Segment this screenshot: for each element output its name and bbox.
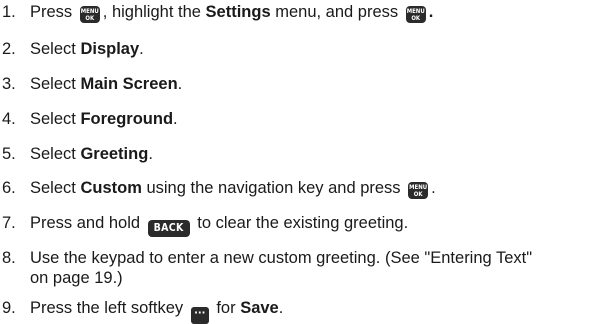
display-label: Display — [80, 40, 140, 58]
settings-label: Settings — [205, 3, 271, 21]
step-number: 9. — [2, 299, 16, 317]
step-number: 4. — [2, 110, 16, 128]
step-number: 1. — [2, 3, 16, 21]
step-9: 9. Press the left softkey ··· for Save. — [0, 298, 597, 324]
step-number: 2. — [2, 40, 16, 58]
step-text: Press MENU OK, highlight the Settings men… — [30, 3, 434, 23]
step-6: 6. Select Custom using the navigation ke… — [0, 178, 597, 199]
left-softkey-icon: ··· — [190, 307, 209, 324]
greeting-label: Greeting — [80, 145, 149, 163]
step-number: 7. — [2, 214, 16, 232]
step-number: 6. — [2, 179, 16, 197]
step-number: 5. — [2, 145, 16, 163]
step-text: Select Display. — [30, 40, 144, 58]
step-text: Select Main Screen. — [30, 75, 183, 93]
step-1: 1. Press MENU OK, highlight the Settings … — [0, 2, 597, 23]
step-4: 4. Select Foreground. — [0, 109, 597, 129]
step-8: 8. Use the keypad to enter a new custom … — [0, 248, 597, 288]
step-text: Use the keypad to enter a new custom gre… — [30, 249, 533, 287]
menu-ok-key-icon: MENU OK — [405, 6, 426, 23]
save-label: Save — [240, 299, 279, 317]
custom-label: Custom — [80, 179, 142, 197]
step-2: 2. Select Display. — [0, 39, 597, 59]
step-number: 8. — [2, 249, 16, 267]
step-number: 3. — [2, 75, 16, 93]
main-screen-label: Main Screen — [80, 75, 178, 93]
menu-ok-key-icon: MENU OK — [408, 182, 429, 199]
foreground-label: Foreground — [80, 110, 174, 128]
step-5: 5. Select Greeting. — [0, 144, 597, 164]
step-7: 7. Press and hold BACK to clear the exis… — [0, 213, 597, 237]
back-key-icon: BACK — [147, 220, 190, 237]
step-text: Select Greeting. — [30, 145, 153, 163]
step-text: Press and hold BACK to clear the existin… — [30, 213, 597, 237]
step-text: Press the left softkey ··· for Save. — [30, 298, 597, 324]
step-text: Select Custom using the navigation key a… — [30, 179, 436, 199]
step-3: 3. Select Main Screen. — [0, 74, 597, 94]
menu-ok-key-icon: MENU OK — [79, 6, 100, 23]
step-text: Select Foreground. — [30, 110, 178, 128]
